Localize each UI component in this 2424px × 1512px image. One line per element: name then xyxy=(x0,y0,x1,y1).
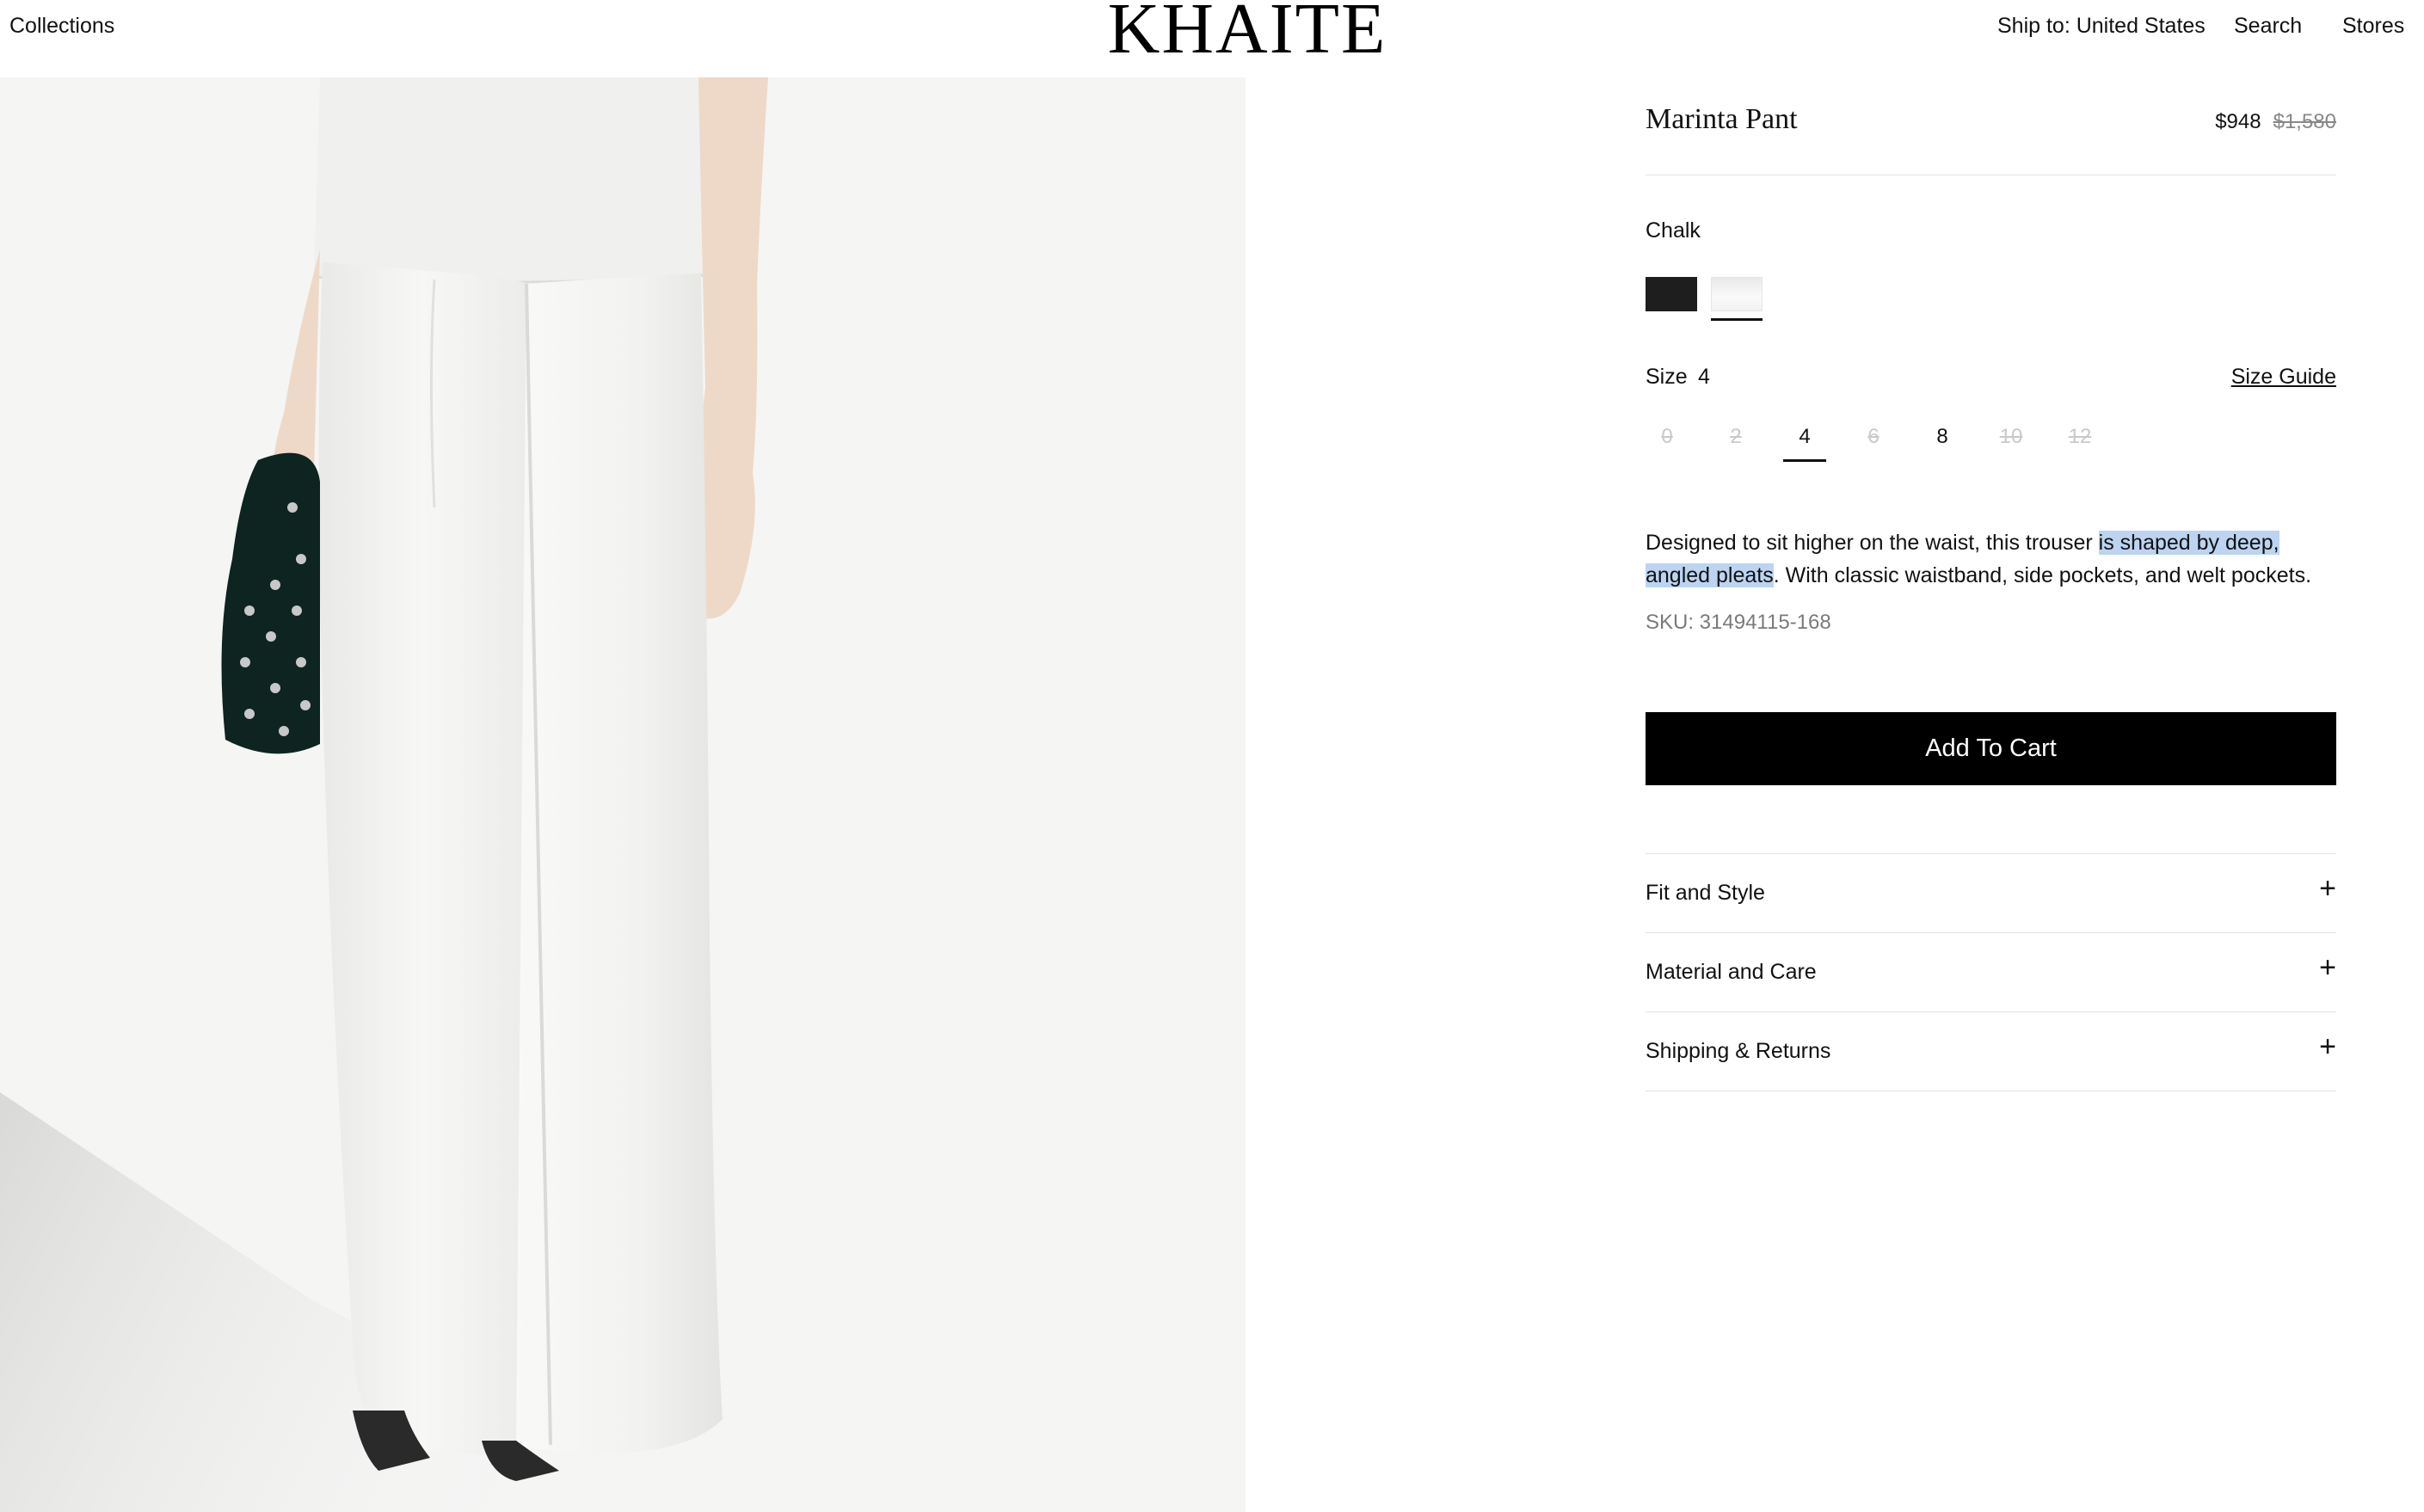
size-option-2[interactable]: 2 xyxy=(1714,425,1757,449)
size-option-12[interactable]: 12 xyxy=(2058,425,2101,449)
swatch-selected-indicator xyxy=(1711,318,1763,321)
description-text-end: . With classic waistband, side pockets, … xyxy=(1773,563,2312,587)
size-selected-indicator xyxy=(1783,459,1826,462)
color-name: Chalk xyxy=(1646,218,1701,243)
brand-logo[interactable]: KHAITE xyxy=(1101,0,1393,65)
swatch-black[interactable] xyxy=(1646,277,1697,311)
plus-icon[interactable]: + xyxy=(2319,1032,2336,1061)
nav-stores[interactable]: Stores xyxy=(2342,14,2404,39)
add-to-cart-button[interactable]: Add To Cart xyxy=(1646,712,2336,785)
product-image[interactable] xyxy=(0,77,1246,1512)
nav-search[interactable]: Search xyxy=(2234,14,2302,39)
price-original: $1,580 xyxy=(2273,110,2336,133)
accordion-material-and-care[interactable]: Material and Care + xyxy=(1646,932,2336,1011)
nav-collections[interactable]: Collections xyxy=(9,14,114,39)
swatch-chalk[interactable] xyxy=(1711,277,1763,311)
product-description: Designed to sit higher on the waist, thi… xyxy=(1646,526,2336,592)
description-text: Designed to sit higher on the waist, thi… xyxy=(1646,531,2099,555)
size-option-0[interactable]: 0 xyxy=(1646,425,1689,449)
plus-icon[interactable]: + xyxy=(2319,874,2336,903)
price: $948 $1,580 xyxy=(2215,110,2336,134)
product-photo-illustration xyxy=(0,77,768,1512)
site-header: Collections KHAITE Ship to: United State… xyxy=(0,0,2424,77)
accordion-label: Fit and Style xyxy=(1646,881,1765,905)
plus-icon[interactable]: + xyxy=(2319,953,2336,982)
product-sku: SKU: 31494115-168 xyxy=(1646,611,1831,634)
accordion-label: Shipping & Returns xyxy=(1646,1039,1831,1063)
accordion-label: Material and Care xyxy=(1646,960,1817,984)
size-label: Size xyxy=(1646,365,1688,389)
accordion-shipping-returns[interactable]: Shipping & Returns + xyxy=(1646,1011,2336,1091)
size-option-4[interactable]: 4 xyxy=(1783,425,1826,449)
price-sale: $948 xyxy=(2215,110,2261,133)
ship-to-selector[interactable]: Ship to: United States xyxy=(1997,14,2206,39)
size-option-10[interactable]: 10 xyxy=(1990,425,2033,449)
size-option-6[interactable]: 6 xyxy=(1852,425,1895,449)
accordion-fit-and-style[interactable]: Fit and Style + xyxy=(1646,853,2336,932)
size-option-8[interactable]: 8 xyxy=(1921,425,1964,449)
size-guide-link[interactable]: Size Guide xyxy=(2231,365,2336,390)
product-title: Marinta Pant xyxy=(1646,103,1798,135)
size-selected-value: 4 xyxy=(1698,365,1710,389)
